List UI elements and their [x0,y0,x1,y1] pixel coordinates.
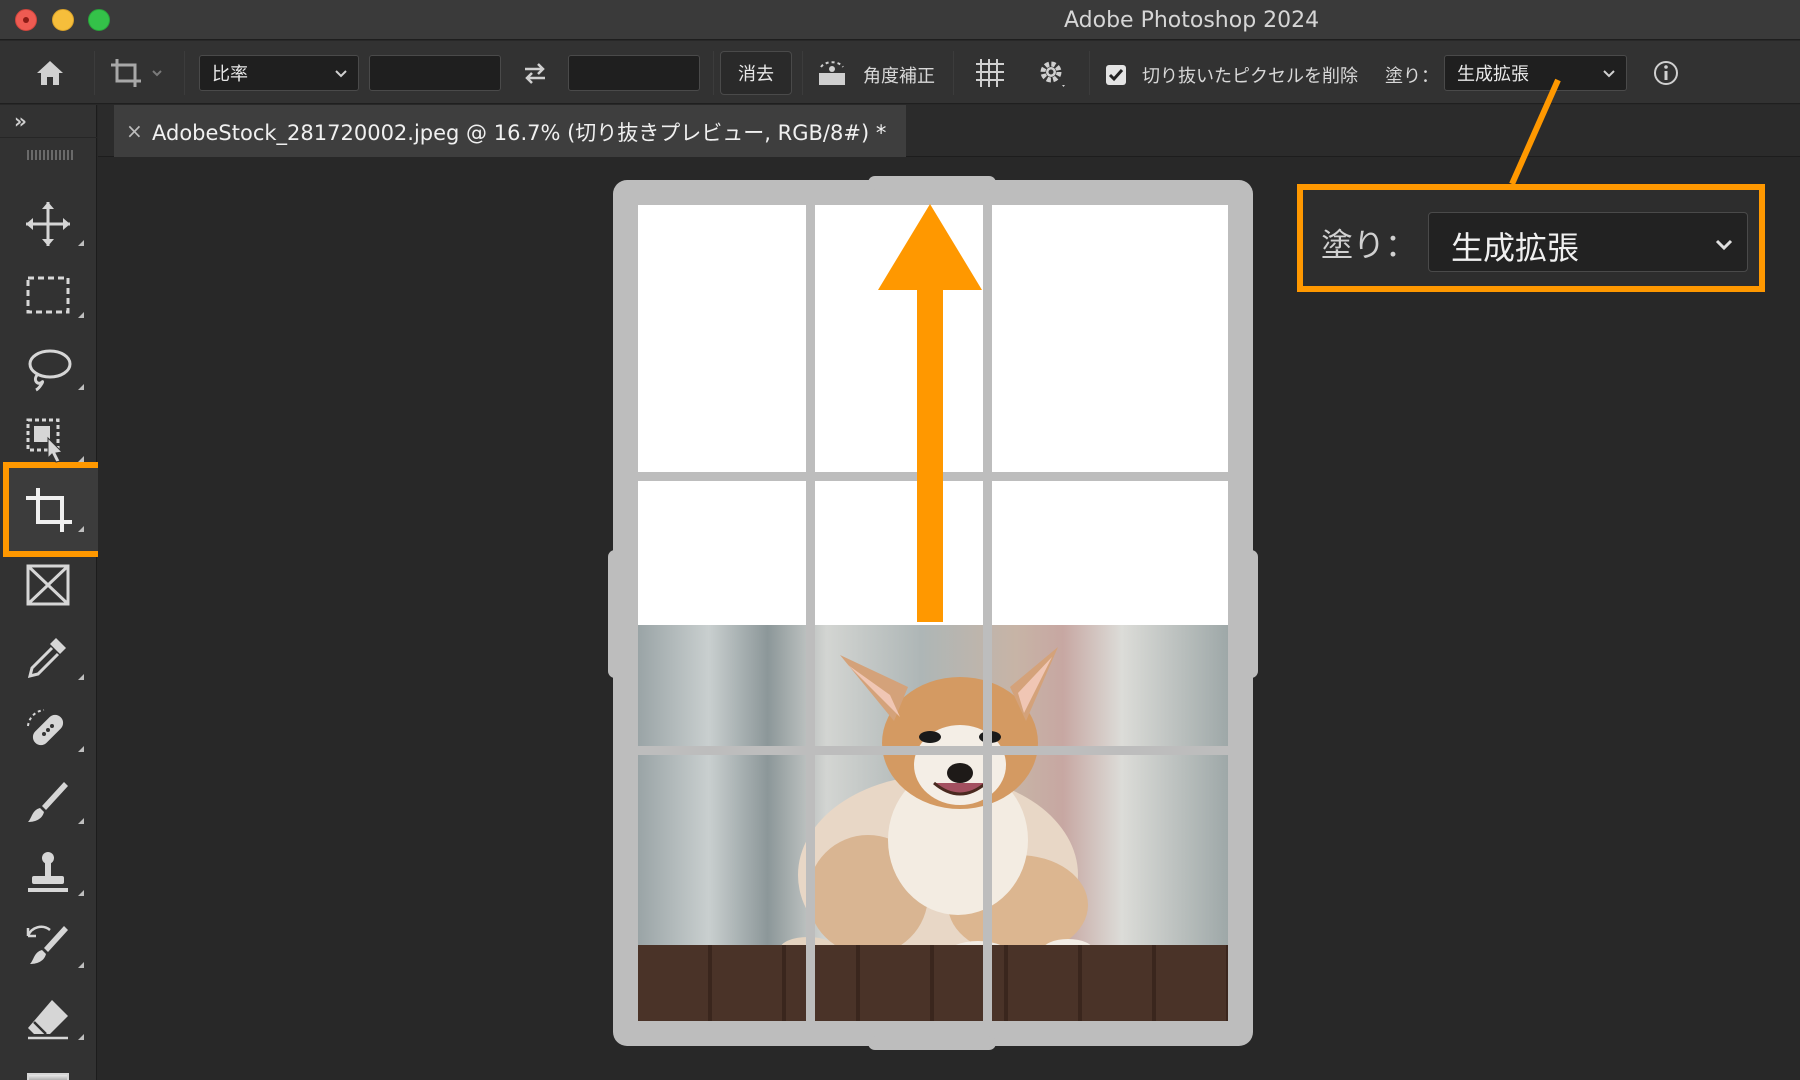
straighten-label[interactable]: 角度補正 [863,62,935,88]
tool-flyout-indicator [78,384,84,390]
crop-handle-bottom[interactable] [868,1036,996,1050]
marquee-icon [26,276,70,314]
tool-flyout-indicator [78,674,84,680]
info-icon[interactable] [1648,55,1684,91]
tool-flyout-indicator [78,312,84,318]
height-input[interactable] [568,55,700,91]
close-tab-icon[interactable]: × [126,119,143,143]
tool-flyout-indicator [78,746,84,752]
brush-tool[interactable] [14,770,94,834]
chevron-down-icon [1715,239,1733,251]
panel-grip[interactable] [27,150,75,160]
stamp-icon [28,852,68,892]
brush-icon [28,782,68,822]
separator [184,51,185,95]
crop-tool[interactable] [14,478,94,542]
object-selection-tool[interactable] [14,408,94,472]
overlay-grid-icon[interactable] [970,53,1010,93]
window-title: Adobe Photoshop 2024 [1064,8,1320,33]
dog-photo [638,625,1228,1021]
bandage-icon [27,709,64,746]
clear-button[interactable]: 消去 [720,51,792,95]
straighten-icon[interactable] [812,55,852,91]
maximize-window-button[interactable] [88,9,110,31]
crop-grid-line [806,205,815,1021]
ratio-select[interactable]: 比率 [199,55,359,91]
crop-icon [26,488,72,532]
gradient-icon [27,1073,69,1080]
eyedropper-icon [27,638,66,679]
history-brush-icon [26,925,68,964]
spot-healing-brush-tool[interactable] [14,698,94,762]
collapse-panel-button[interactable]: » [14,109,27,133]
lasso-icon [28,349,72,392]
eraser-tool[interactable] [14,986,94,1050]
rectangular-marquee-tool[interactable] [14,264,94,328]
move-icon [26,202,70,246]
tool-flyout-indicator [78,240,84,246]
up-arrow-annotation [878,204,982,622]
checkmark-icon [1108,69,1124,82]
tool-flyout-indicator [78,456,84,462]
crop-handle-right[interactable] [1244,550,1258,678]
width-input[interactable] [369,55,501,91]
callout-leader-line [1509,78,1561,186]
minimize-window-button[interactable] [52,9,74,31]
separator [802,51,803,95]
crop-preset-picker[interactable] [104,51,170,95]
callout-fill-select: 生成拡張 [1428,212,1748,272]
swap-icon[interactable] [516,55,554,91]
chevron-down-icon [335,70,347,78]
title-bar: Adobe Photoshop 2024 [0,0,1800,40]
crop-handle-left[interactable] [608,550,622,678]
photoshop-window: Adobe Photoshop 2024 比率 消去 角度補正 切り抜いたピクセ… [0,0,1800,1080]
tool-flyout-indicator [78,526,84,532]
gear-icon[interactable] [1032,53,1072,93]
clone-stamp-tool[interactable] [14,842,94,906]
tool-flyout-indicator [78,890,84,896]
fill-callout: 塗り： 生成拡張 [1297,184,1765,292]
separator [953,51,954,95]
document-tab-title: AdobeStock_281720002.jpeg @ 16.7% (切り抜きプ… [152,121,887,145]
tool-flyout-indicator [78,1034,84,1040]
panel-divider [0,137,97,138]
chevron-down-icon [1603,70,1615,78]
frame-icon [26,564,70,606]
callout-fill-label: 塗り： [1321,226,1418,264]
tool-flyout-indicator [78,962,84,968]
fill-label: 塗り： [1385,66,1439,87]
eraser-icon [28,1000,68,1040]
wooden-deck [638,945,1228,1021]
tool-flyout-indicator [78,818,84,824]
object-selection-icon [26,418,64,463]
crop-icon [111,59,162,87]
separator [713,51,714,95]
crop-grid-line [638,746,1228,755]
separator [94,51,95,95]
delete-cropped-pixels-label[interactable]: 切り抜いたピクセルを削除 [1142,62,1358,88]
document-tab[interactable]: × AdobeStock_281720002.jpeg @ 16.7% (切り抜… [114,105,906,157]
frame-tool[interactable] [14,554,94,618]
history-brush-tool[interactable] [14,914,94,978]
lasso-tool[interactable] [14,336,94,400]
home-icon[interactable] [30,53,70,93]
separator [1089,51,1090,95]
move-tool[interactable] [14,192,94,256]
callout-fill-value: 生成拡張 [1451,229,1580,267]
close-window-button[interactable] [15,9,37,31]
gradient-tool[interactable] [14,1058,94,1080]
crop-handle-top[interactable] [868,176,996,190]
ratio-select-value: 比率 [212,64,248,85]
eyedropper-tool[interactable] [14,626,94,690]
delete-cropped-pixels-checkbox[interactable] [1106,65,1126,85]
